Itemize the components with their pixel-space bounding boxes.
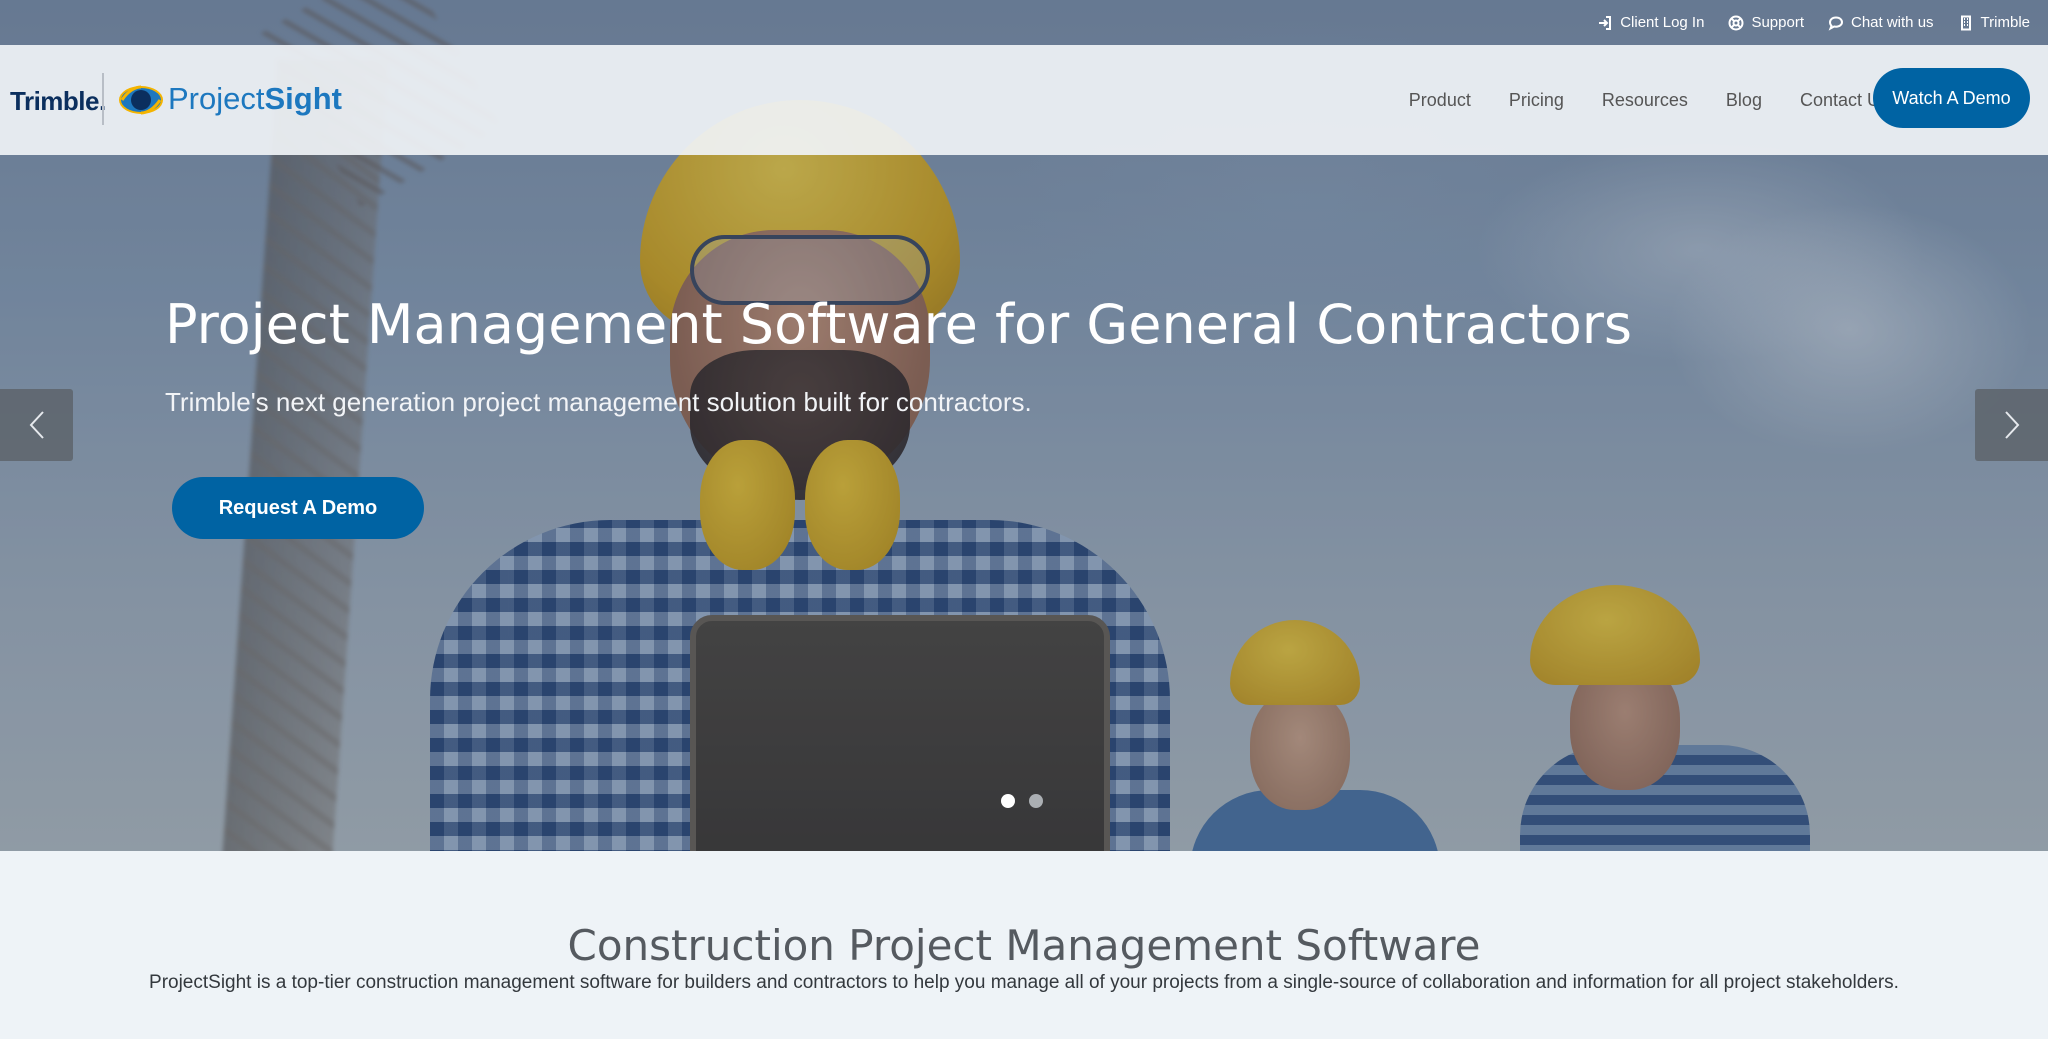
chat-link[interactable]: Chat with us [1828, 14, 1934, 31]
carousel-dot-2[interactable] [1029, 794, 1043, 808]
trimble-link[interactable]: Trimble [1958, 14, 2030, 31]
primary-nav: Product Pricing Resources Blog Contact U… [1390, 45, 1908, 155]
projectsight-logo-icon [119, 85, 163, 115]
chat-bubble-icon [1828, 15, 1844, 31]
projectsight-logo-text: ProjectSight [168, 81, 342, 116]
request-demo-button[interactable]: Request A Demo [172, 477, 424, 539]
nav-product[interactable]: Product [1390, 90, 1490, 111]
client-login-link[interactable]: Client Log In [1597, 14, 1704, 31]
support-label: Support [1751, 14, 1804, 31]
carousel-indicators [1001, 794, 1043, 808]
main-navbar: Trimble. ProjectSight Product Pricing Re… [0, 45, 2048, 155]
client-login-label: Client Log In [1620, 14, 1705, 31]
carousel-prev-button[interactable] [0, 389, 73, 461]
trimble-logo: Trimble. [10, 86, 106, 116]
intro-title: Construction Project Management Software [567, 921, 1481, 970]
hero-title: Project Management Software for General … [165, 293, 1633, 356]
intro-section: Construction Project Management Software… [0, 851, 2048, 1039]
utility-bar: Client Log In Support Chat with us Trimb… [0, 0, 2048, 45]
carousel-next-button[interactable] [1975, 389, 2048, 461]
chevron-right-icon [2004, 411, 2019, 439]
support-link[interactable]: Support [1728, 14, 1804, 31]
nav-resources[interactable]: Resources [1583, 90, 1707, 111]
watch-demo-button[interactable]: Watch A Demo [1873, 68, 2030, 128]
nav-blog[interactable]: Blog [1707, 90, 1781, 111]
carousel-dot-1[interactable] [1001, 794, 1015, 808]
nav-pricing[interactable]: Pricing [1490, 90, 1583, 111]
sign-in-icon [1599, 15, 1612, 30]
logo-divider [102, 73, 104, 125]
hero-subtitle: Trimble's next generation project manage… [165, 387, 1032, 417]
chevron-left-icon [29, 411, 44, 439]
intro-description: ProjectSight is a top-tier construction … [149, 972, 1899, 993]
chat-label: Chat with us [1851, 14, 1934, 31]
building-icon [1960, 15, 1971, 30]
life-ring-icon [1728, 15, 1744, 30]
trimble-label: Trimble [1980, 14, 2030, 31]
